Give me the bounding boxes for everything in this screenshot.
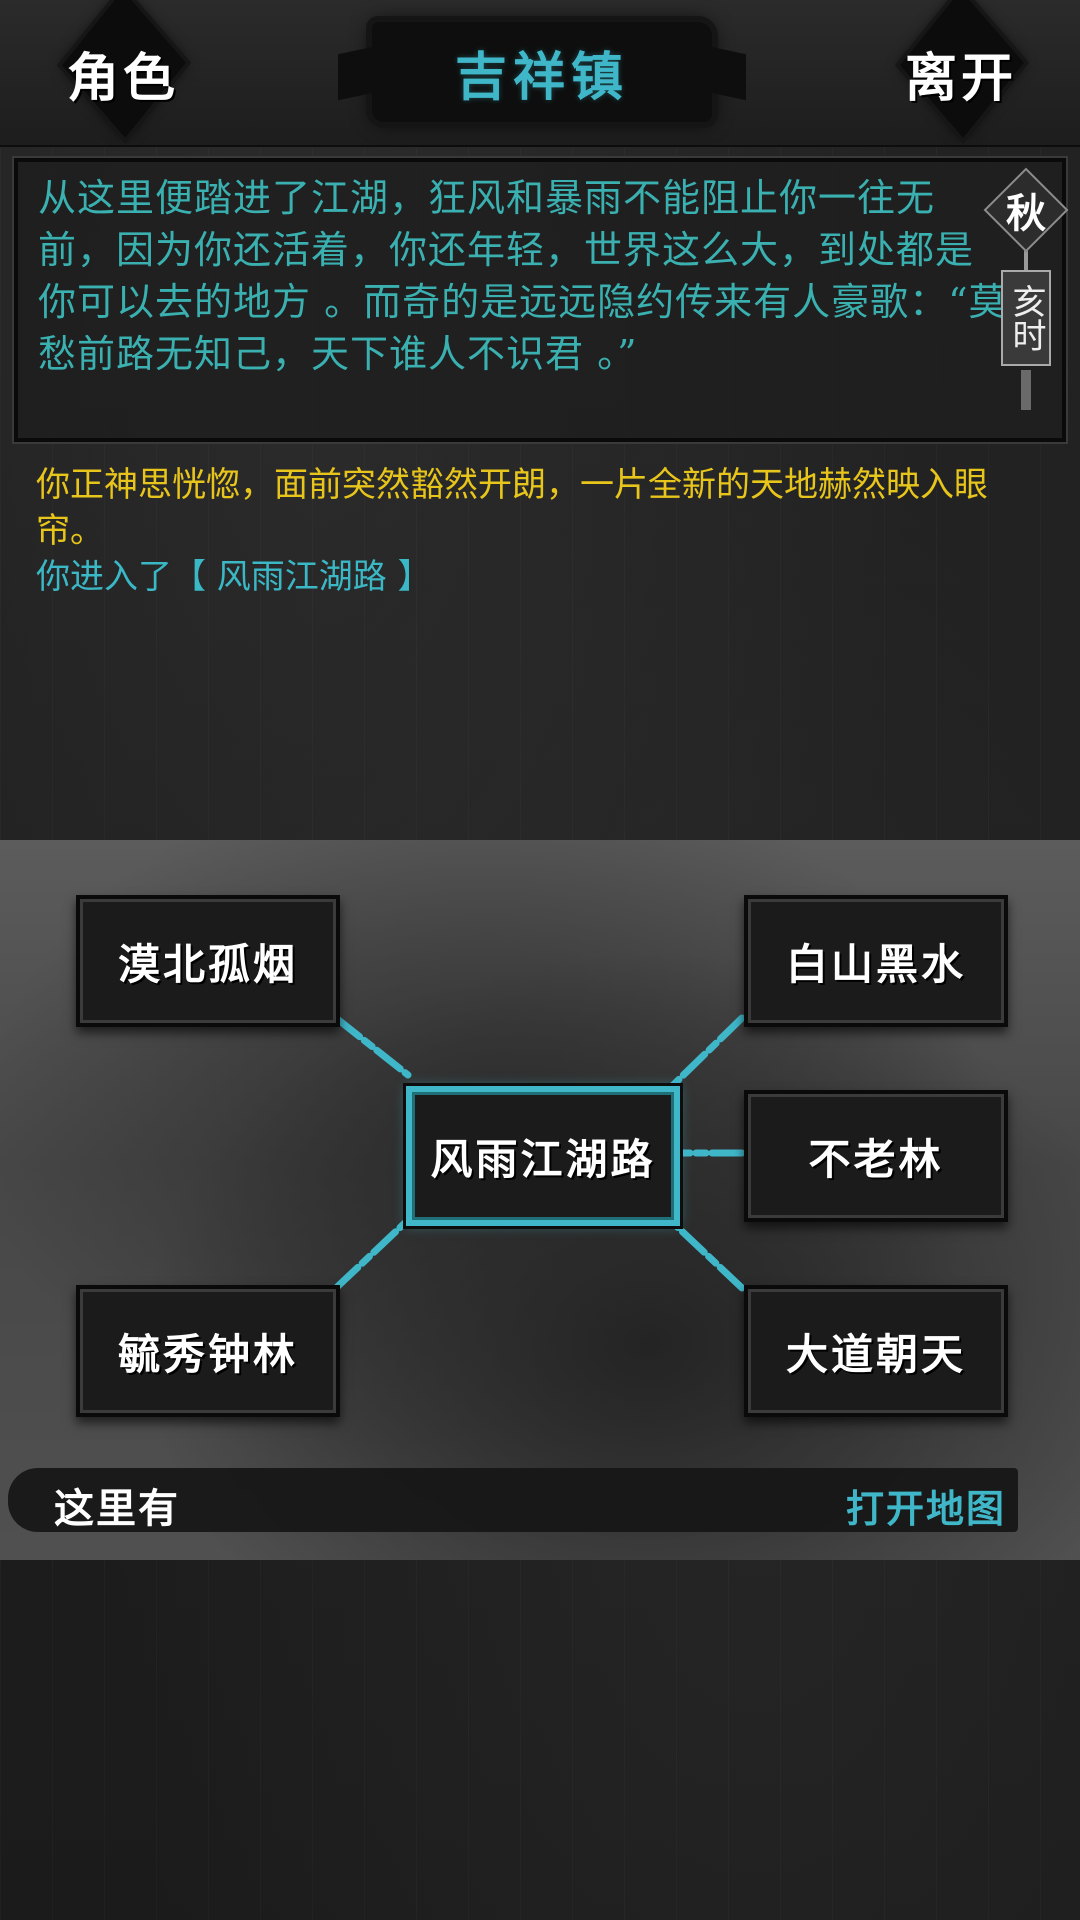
top-bar: 角色 吉祥镇 离开	[0, 0, 1080, 147]
time-tag: 亥时	[1001, 270, 1051, 366]
connector-top-left	[332, 1014, 412, 1079]
town-title-plate: 吉祥镇	[372, 22, 712, 122]
log-line-enter: 你进入了【 风雨江湖路 】	[36, 557, 432, 597]
location-label: 毓秀钟林	[117, 1329, 298, 1379]
time-label: 亥时	[1006, 284, 1046, 352]
message-log: 你正神思恍惚，面前突然豁然开朗，一片全新的天地赫然映入眼帘。 你进入了【 风雨江…	[36, 462, 1026, 600]
role-button-label: 角色	[66, 48, 179, 109]
season-time-indicator: 秋 亥时	[983, 167, 1069, 436]
open-map-button[interactable]: 打开地图	[846, 1478, 1006, 1533]
leave-button[interactable]: 离开	[886, 8, 1036, 138]
game-screen: 角色 吉祥镇 离开 从这里便踏进了江湖，狂风和暴雨不能阻止你一往无前，因为你还活…	[0, 0, 1080, 1920]
town-title: 吉祥镇	[454, 47, 629, 108]
location-top-left[interactable]: 漠北孤烟	[76, 895, 340, 1027]
location-top-right[interactable]: 白山黑水	[744, 895, 1008, 1027]
season-label: 秋	[1006, 191, 1046, 237]
connector-bottom-left	[332, 1216, 412, 1292]
tassel-icon	[1021, 370, 1031, 410]
location-bottom-right[interactable]: 大道朝天	[744, 1285, 1008, 1417]
location-bottom-left[interactable]: 毓秀钟林	[76, 1285, 340, 1417]
narration-text: 从这里便踏进了江湖，狂风和暴雨不能阻止你一往无前，因为你还活着，你还年轻，世界这…	[38, 176, 1008, 376]
connector-top-right	[664, 1014, 746, 1094]
here-label: 这里有	[54, 1486, 180, 1532]
location-label: 大道朝天	[785, 1329, 966, 1379]
location-label: 不老林	[808, 1134, 944, 1184]
location-label: 白山黑水	[785, 939, 966, 989]
role-button[interactable]: 角色	[48, 8, 198, 138]
map-panel: 漠北孤烟 毓秀钟林 白山黑水 不老林 大道朝天 风雨江湖路 这里有 打开地图	[0, 840, 1080, 1560]
current-location[interactable]: 风雨江湖路	[406, 1086, 680, 1226]
current-location-label: 风雨江湖路	[430, 1134, 656, 1184]
connector-bottom-right	[664, 1214, 746, 1292]
here-bar: 这里有 打开地图	[8, 1468, 1018, 1532]
log-line-event: 你正神思恍惚，面前突然豁然开朗，一片全新的天地赫然映入眼帘。	[36, 465, 988, 551]
location-mid-right[interactable]: 不老林	[744, 1090, 1008, 1222]
leave-button-label: 离开	[904, 48, 1017, 109]
location-label: 漠北孤烟	[117, 939, 298, 989]
narration-box: 从这里便踏进了江湖，狂风和暴雨不能阻止你一往无前，因为你还活着，你还年轻，世界这…	[12, 156, 1069, 444]
